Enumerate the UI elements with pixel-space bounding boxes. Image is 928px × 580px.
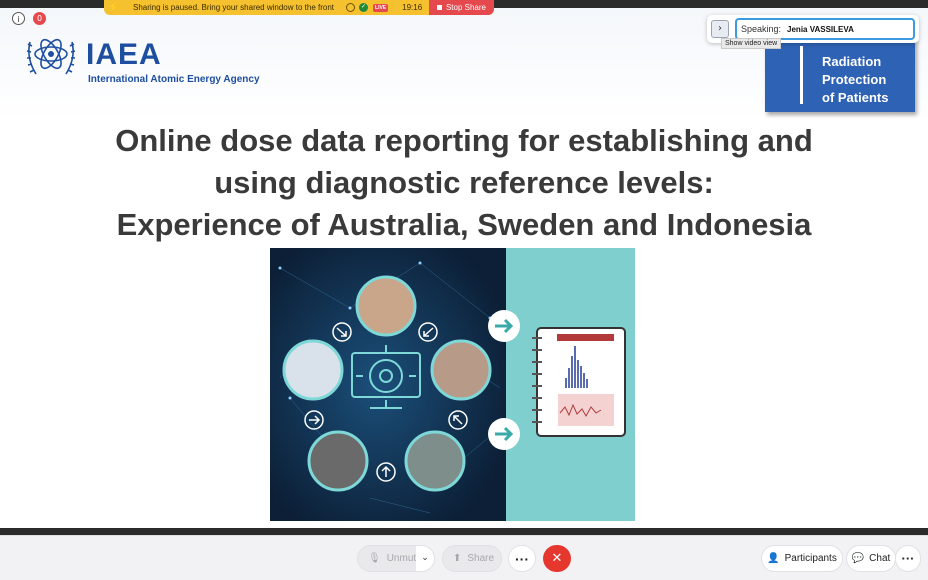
slide-illustration bbox=[270, 248, 635, 521]
rpop-logo: Radiation Protection of Patients bbox=[765, 38, 915, 112]
end-call-button[interactable]: ✕ bbox=[543, 545, 571, 572]
iaea-logo: IAEA International Atomic Energy Agency bbox=[22, 28, 262, 86]
overflow-menu-button[interactable]: ··· bbox=[895, 545, 921, 572]
status-ring-icon bbox=[346, 3, 356, 12]
rpop-line3: of Patients bbox=[822, 90, 889, 105]
title-line-2: using diagnostic reference levels: bbox=[214, 165, 714, 200]
rpop-text: Radiation Protection of Patients bbox=[822, 53, 888, 107]
title-line-1: Online dose data reporting for establish… bbox=[115, 123, 813, 158]
share-label: Share bbox=[467, 553, 495, 564]
chat-label: Chat bbox=[869, 553, 891, 564]
stop-share-button[interactable]: Stop Share bbox=[428, 0, 494, 15]
chat-bubble-icon: 💬 bbox=[851, 553, 865, 564]
share-button[interactable]: ⬆ Share bbox=[442, 545, 502, 572]
speaking-indicator: Speaking: Jenia VASSILEVA bbox=[735, 18, 915, 40]
logo-full-name: International Atomic Energy Agency bbox=[88, 74, 260, 85]
speaker-name: Jenia VASSILEVA bbox=[787, 24, 854, 34]
stop-share-label: Stop Share bbox=[445, 3, 486, 12]
audio-options-chevron-down-icon[interactable]: ⌄ bbox=[416, 546, 434, 571]
recording-badge[interactable]: 0 bbox=[33, 12, 46, 25]
person-icon: 👤 bbox=[767, 553, 780, 564]
microphone-muted-icon: 🎙 bbox=[368, 553, 381, 564]
meeting-toolbar: 🎙 Unmute ⌄ ⬆ Share ··· ✕ 👤 Participants … bbox=[0, 535, 928, 580]
title-line-3: Experience of Australia, Sweden and Indo… bbox=[116, 207, 812, 242]
meeting-window: IAEA International Atomic Energy Agency … bbox=[0, 0, 928, 580]
logo-name: IAEA bbox=[86, 38, 162, 71]
unmute-button[interactable]: 🎙 Unmute ⌄ bbox=[357, 545, 435, 572]
rpop-line2: Protection bbox=[822, 72, 887, 87]
chat-button[interactable]: 💬 Chat bbox=[846, 545, 896, 572]
close-icon: ✕ bbox=[551, 551, 563, 566]
participants-button[interactable]: 👤 Participants bbox=[761, 545, 843, 572]
iaea-emblem-icon bbox=[26, 38, 76, 75]
slide-title: Online dose data reporting for establish… bbox=[40, 120, 888, 246]
share-timer: 19:16 bbox=[402, 3, 423, 12]
share-screen-icon: ⬆ bbox=[453, 553, 462, 564]
share-bolt-icon: ⚡ bbox=[108, 2, 120, 12]
live-badge: LIVE bbox=[373, 3, 389, 12]
share-paused-message: Sharing is paused. Bring your shared win… bbox=[133, 3, 335, 12]
info-icon[interactable]: i bbox=[12, 12, 25, 25]
chevron-right-icon[interactable]: › bbox=[711, 20, 729, 38]
rpop-divider bbox=[800, 46, 803, 104]
speaking-label: Speaking: bbox=[741, 24, 782, 34]
slide-bottom-bar bbox=[0, 528, 928, 535]
shared-slide: IAEA International Atomic Energy Agency … bbox=[0, 8, 928, 530]
stop-square-icon bbox=[436, 5, 442, 10]
more-options-button[interactable]: ··· bbox=[508, 545, 536, 572]
shield-check-icon: ✓ bbox=[359, 3, 369, 12]
participants-label: Participants bbox=[784, 553, 837, 564]
share-banner: ⚡ Sharing is paused. Bring your shared w… bbox=[104, 0, 494, 15]
show-video-tooltip: Show video view bbox=[721, 38, 782, 49]
rpop-line1: Radiation bbox=[822, 54, 882, 69]
